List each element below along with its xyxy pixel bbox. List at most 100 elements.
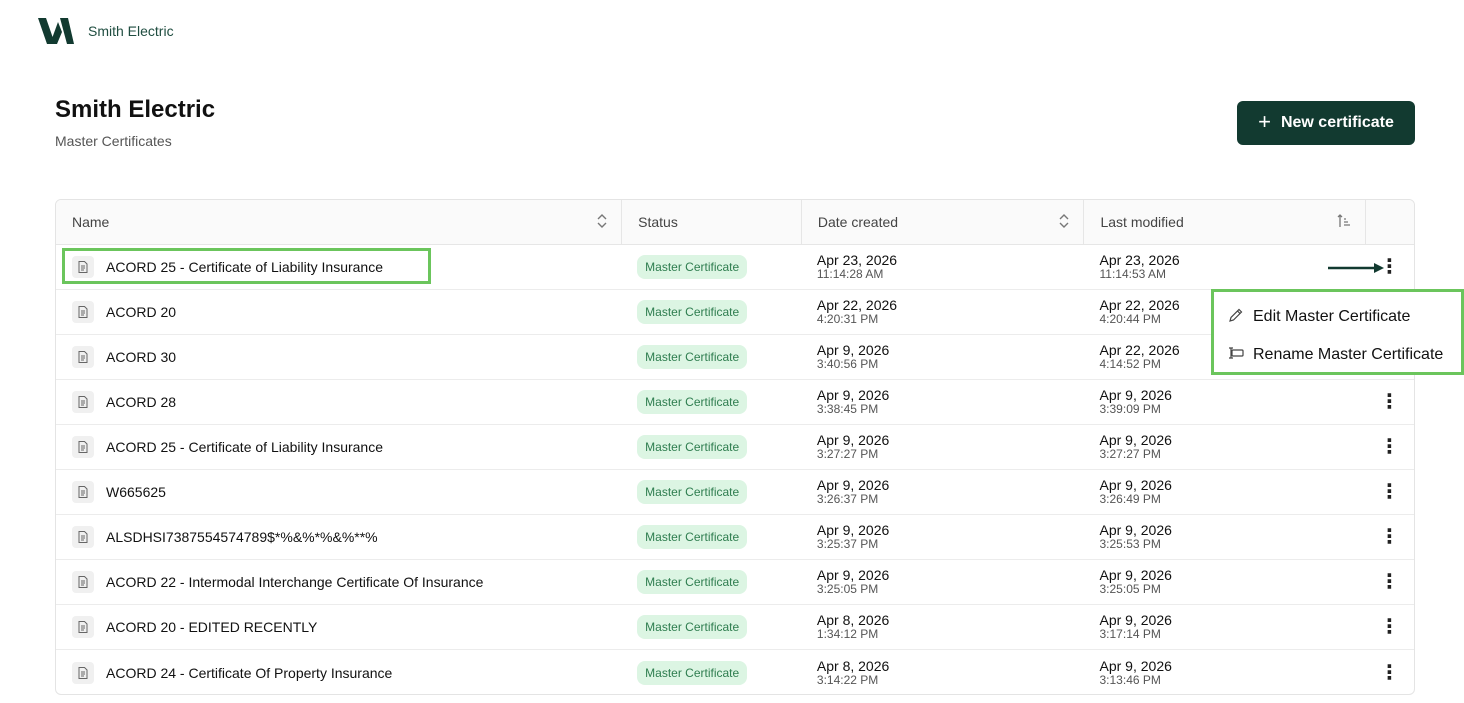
table-row[interactable]: ACORD 22 - Intermodal Interchange Certif…	[56, 560, 1414, 605]
status-badge: Master Certificate	[637, 435, 748, 459]
column-header-last-modified[interactable]: Last modified	[1083, 200, 1365, 244]
document-icon	[72, 571, 94, 593]
status-badge: Master Certificate	[637, 345, 748, 369]
time-created: 3:14:22 PM	[816, 672, 879, 687]
time-created: 3:25:37 PM	[816, 537, 879, 552]
table-row[interactable]: ACORD 24 - Certificate Of Property Insur…	[56, 650, 1414, 694]
rename-icon	[1228, 345, 1244, 366]
date-modified: Apr 23, 2026	[1099, 252, 1180, 269]
more-options-icon[interactable]: ⋮	[1380, 392, 1400, 412]
time-created: 3:38:45 PM	[816, 402, 879, 417]
certificate-name[interactable]: ACORD 28	[106, 394, 176, 410]
date-modified: Apr 22, 2026	[1099, 342, 1180, 359]
time-modified: 4:14:52 PM	[1099, 357, 1161, 372]
time-modified: 4:20:44 PM	[1099, 312, 1161, 327]
menu-item-edit-master-certificate[interactable]: Edit Master Certificate	[1214, 298, 1461, 336]
status-badge: Master Certificate	[637, 615, 748, 639]
date-modified: Apr 9, 2026	[1099, 387, 1172, 404]
column-header-name[interactable]: Name	[56, 200, 621, 244]
more-options-icon[interactable]: ⋮	[1380, 437, 1400, 457]
certificate-name[interactable]: ACORD 30	[106, 349, 176, 365]
date-created: Apr 8, 2026	[816, 657, 890, 674]
date-modified: Apr 9, 2026	[1099, 567, 1172, 584]
certificate-name[interactable]: ACORD 20	[106, 304, 176, 320]
time-created: 1:34:12 PM	[816, 627, 879, 642]
plus-icon: +	[1258, 109, 1271, 134]
date-created: Apr 9, 2026	[816, 387, 890, 404]
highlight-annotation	[62, 248, 431, 284]
status-badge: Master Certificate	[637, 570, 748, 594]
time-modified: 11:14:53 AM	[1099, 267, 1167, 282]
more-options-icon[interactable]: ⋮	[1380, 482, 1400, 502]
time-created: 3:26:37 PM	[816, 492, 879, 507]
time-modified: 3:25:05 PM	[1099, 582, 1161, 597]
time-modified: 3:26:49 PM	[1099, 492, 1161, 507]
top-bar: Smith Electric	[38, 18, 174, 44]
column-header-actions	[1365, 200, 1414, 244]
date-modified: Apr 9, 2026	[1099, 432, 1172, 449]
new-certificate-button[interactable]: + New certificate	[1237, 101, 1415, 145]
status-badge: Master Certificate	[637, 255, 748, 279]
company-logo-icon[interactable]	[38, 18, 74, 44]
time-created: 3:27:27 PM	[816, 447, 879, 462]
more-options-icon[interactable]: ⋮	[1380, 617, 1400, 637]
certificate-name[interactable]: W665625	[106, 484, 166, 500]
table-row[interactable]: ACORD 25 - Certificate of Liability Insu…	[56, 425, 1414, 470]
document-icon	[72, 391, 94, 413]
certificate-name[interactable]: ACORD 25 - Certificate of Liability Insu…	[106, 439, 383, 455]
time-created: 3:25:05 PM	[816, 582, 879, 597]
date-modified: Apr 9, 2026	[1099, 522, 1172, 539]
company-name-link[interactable]: Smith Electric	[88, 23, 174, 39]
arrow-right-icon	[1328, 263, 1384, 273]
menu-item-rename-master-certificate[interactable]: Rename Master Certificate	[1214, 336, 1461, 374]
status-badge: Master Certificate	[637, 660, 748, 685]
document-icon	[72, 481, 94, 503]
table-row[interactable]: ACORD 20 - EDITED RECENTLY Master Certif…	[56, 605, 1414, 650]
document-icon	[72, 436, 94, 458]
more-options-icon[interactable]: ⋮	[1380, 572, 1400, 592]
more-options-icon[interactable]: ⋮	[1380, 527, 1400, 547]
certificate-name[interactable]: ALSDHSI7387554574789$*%&%*%&%**%	[106, 529, 378, 545]
pencil-icon	[1228, 307, 1244, 328]
date-created: Apr 9, 2026	[816, 567, 890, 584]
status-badge: Master Certificate	[637, 480, 748, 504]
new-certificate-label: New certificate	[1280, 114, 1394, 131]
document-icon	[72, 616, 94, 638]
time-modified: 3:39:09 PM	[1099, 402, 1161, 417]
status-badge: Master Certificate	[637, 300, 748, 324]
time-modified: 3:13:46 PM	[1099, 672, 1161, 687]
table-row[interactable]: W665625 Master Certificate Apr 9, 2026 3:…	[56, 470, 1414, 515]
document-icon	[72, 301, 94, 323]
table-header: Name Status Date created Last modified	[56, 200, 1414, 245]
document-icon	[72, 346, 94, 368]
certificate-name[interactable]: ACORD 24 - Certificate Of Property Insur…	[106, 665, 392, 681]
date-created: Apr 9, 2026	[816, 477, 890, 494]
date-created: Apr 9, 2026	[816, 432, 890, 449]
row-context-menu: Edit Master Certificate Rename Master Ce…	[1211, 289, 1464, 375]
time-modified: 3:27:27 PM	[1099, 447, 1161, 462]
date-modified: Apr 9, 2026	[1099, 612, 1172, 629]
more-options-icon[interactable]: ⋮	[1380, 663, 1400, 683]
status-badge: Master Certificate	[637, 390, 748, 414]
date-created: Apr 22, 2026	[816, 297, 898, 314]
date-modified: Apr 9, 2026	[1099, 657, 1172, 674]
date-modified: Apr 22, 2026	[1099, 297, 1180, 314]
table-row[interactable]: ACORD 28 Master Certificate Apr 9, 2026 3…	[56, 380, 1414, 425]
page-subtitle: Master Certificates	[55, 133, 172, 149]
time-modified: 3:17:14 PM	[1099, 627, 1161, 642]
certificate-name[interactable]: ACORD 22 - Intermodal Interchange Certif…	[106, 574, 483, 590]
sort-icon[interactable]	[597, 214, 607, 231]
status-badge: Master Certificate	[637, 525, 748, 549]
sort-icon[interactable]	[1059, 214, 1069, 231]
certificate-name[interactable]: ACORD 20 - EDITED RECENTLY	[106, 619, 317, 635]
column-header-date-created[interactable]: Date created	[800, 200, 1084, 244]
sort-ascending-icon[interactable]	[1337, 214, 1351, 231]
time-created: 4:20:31 PM	[816, 312, 879, 327]
date-created: Apr 23, 2026	[816, 252, 898, 269]
document-icon	[72, 661, 94, 684]
page-title: Smith Electric	[55, 96, 216, 123]
table-row[interactable]: ALSDHSI7387554574789$*%&%*%&%**% Master …	[56, 515, 1414, 560]
document-icon	[72, 526, 94, 548]
date-modified: Apr 9, 2026	[1099, 477, 1172, 494]
time-created: 3:40:56 PM	[816, 357, 879, 372]
